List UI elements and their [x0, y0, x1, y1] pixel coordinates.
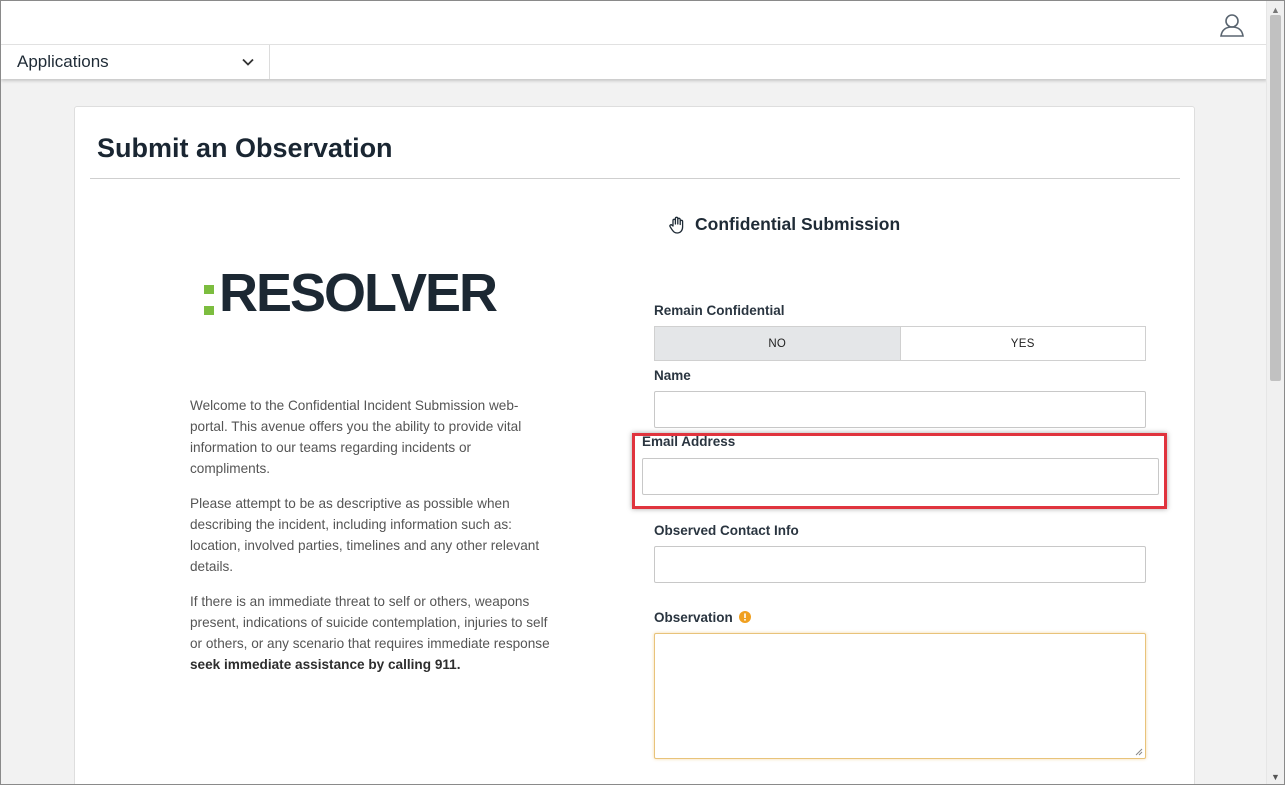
- section-header: Confidential Submission: [667, 214, 900, 235]
- browser-window: Applications Submit an Observation RESOL…: [0, 0, 1285, 785]
- remain-confidential-label: Remain Confidential: [654, 303, 785, 318]
- toggle-option-yes[interactable]: YES: [901, 327, 1146, 360]
- observation-label: Observation: [654, 610, 733, 625]
- intro-paragraph-3-text: If there is an immediate threat to self …: [190, 594, 550, 651]
- confidential-toggle: NO YES: [654, 326, 1146, 361]
- intro-paragraph-2: Please attempt to be as descriptive as p…: [190, 496, 540, 574]
- logo-colon-mark: [204, 285, 215, 327]
- scroll-up-arrow-icon[interactable]: ▲: [1271, 5, 1280, 15]
- email-label: Email Address: [642, 434, 736, 449]
- section-title: Confidential Submission: [695, 214, 901, 234]
- applications-dropdown[interactable]: Applications: [1, 45, 270, 79]
- vertical-scrollbar[interactable]: ▲ ▼: [1266, 1, 1284, 784]
- required-warning-icon: [738, 611, 751, 623]
- contact-info-input[interactable]: [654, 546, 1146, 583]
- observation-card: Submit an Observation RESOLVER Welcome t…: [74, 106, 1195, 784]
- intro-text: Welcome to the Confidential Incident Sub…: [190, 395, 550, 689]
- user-icon[interactable]: [1219, 12, 1245, 38]
- intro-paragraph-1: Welcome to the Confidential Incident Sub…: [190, 398, 522, 476]
- app-bar: Applications: [1, 45, 1267, 79]
- scrollbar-thumb[interactable]: [1270, 15, 1281, 381]
- toggle-option-no[interactable]: NO: [655, 327, 901, 360]
- name-input[interactable]: [654, 391, 1146, 428]
- observation-textarea[interactable]: [654, 633, 1146, 759]
- title-divider: [90, 178, 1180, 179]
- observation-label-row: Observation: [654, 610, 751, 625]
- email-input[interactable]: [642, 458, 1159, 495]
- resolver-logo: RESOLVER: [203, 263, 498, 323]
- scroll-down-arrow-icon[interactable]: ▼: [1271, 772, 1280, 782]
- applications-label: Applications: [17, 52, 109, 71]
- resize-handle-icon[interactable]: [1135, 748, 1143, 756]
- page-title: Submit an Observation: [97, 133, 393, 163]
- logo-text: RESOLVER: [219, 263, 498, 323]
- emergency-notice: seek immediate assistance by calling 911…: [190, 657, 461, 672]
- intro-paragraph-3: If there is an immediate threat to self …: [190, 591, 550, 675]
- hand-icon: [669, 216, 684, 234]
- contact-info-label: Observed Contact Info: [654, 523, 799, 538]
- name-label: Name: [654, 368, 691, 383]
- top-bar: [1, 1, 1267, 45]
- chevron-down-icon: [242, 58, 254, 66]
